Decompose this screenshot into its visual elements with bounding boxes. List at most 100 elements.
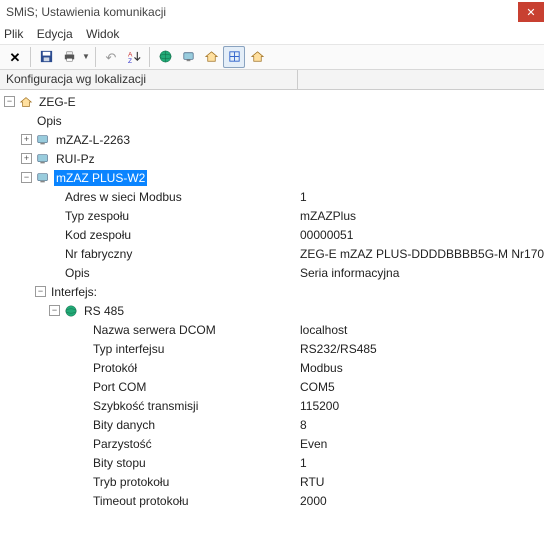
tree-label: ZEG-E: [37, 94, 78, 110]
tree-item-rs485[interactable]: − RS 485: [0, 301, 544, 320]
chevron-down-icon: ▼: [82, 53, 90, 61]
tree-item-opis[interactable]: Opis: [0, 111, 544, 130]
property-value: Modbus: [298, 361, 544, 375]
property-value: 1: [298, 190, 544, 204]
property-label: Adres w sieci Modbus: [63, 189, 184, 205]
globe-button[interactable]: [154, 46, 176, 68]
menu-file[interactable]: Plik: [4, 27, 23, 41]
menu-edit[interactable]: Edycja: [37, 27, 73, 41]
tree-item-mzaz-l[interactable]: + mZAZ-L-2263: [0, 130, 544, 149]
home-icon: [18, 94, 34, 110]
expand-icon[interactable]: +: [21, 134, 32, 145]
collapse-icon[interactable]: −: [4, 96, 15, 107]
globe-icon: [158, 49, 173, 66]
property-row[interactable]: Parzystość Even: [0, 434, 544, 453]
tree-item-rui[interactable]: + RUI-Pz: [0, 149, 544, 168]
save-button[interactable]: [35, 46, 57, 68]
close-icon: ✕: [526, 6, 535, 19]
property-label: Kod zespołu: [63, 227, 133, 243]
home-button[interactable]: [200, 46, 222, 68]
separator: [95, 47, 96, 67]
tree-item-interface[interactable]: − Interfejs:: [0, 282, 544, 301]
expand-icon[interactable]: +: [21, 153, 32, 164]
network-icon: [63, 303, 79, 319]
property-row[interactable]: Nr fabrycznyZEG-E mZAZ PLUS-DDDDBBBB5G-M…: [0, 244, 544, 263]
tree-label: RUI-Pz: [54, 151, 97, 167]
property-row[interactable]: Typ zespołu mZAZPlus: [0, 206, 544, 225]
undo-icon: ↶: [106, 51, 117, 64]
toolbar: ✕ ▼ ↶ AZ: [0, 44, 544, 70]
property-row[interactable]: Opis Seria informacyjna: [0, 263, 544, 282]
device-icon: [181, 49, 196, 66]
print-dropdown[interactable]: ▼: [81, 46, 91, 68]
property-row[interactable]: Adres w sieci Modbus 1: [0, 187, 544, 206]
property-value: 00000051: [298, 228, 544, 242]
tree-label: Opis: [35, 113, 64, 129]
property-value: RS232/RS485: [298, 342, 544, 356]
print-icon: [62, 49, 77, 66]
tree-view: − ZEG-E Opis + mZAZ-L-2263 + RUI-Pz − mZ…: [0, 90, 544, 512]
property-value: localhost: [298, 323, 544, 337]
property-row[interactable]: Bity stopu1: [0, 453, 544, 472]
property-row[interactable]: Timeout protokołu 2000: [0, 491, 544, 510]
tree-label: Interfejs:: [49, 284, 99, 300]
separator: [149, 47, 150, 67]
tree-label: RS 485: [82, 303, 126, 319]
grid-icon: [227, 49, 242, 66]
menu-bar: Plik Edycja Widok: [0, 24, 544, 44]
property-value: 8: [298, 418, 544, 432]
property-label: Typ zespołu: [63, 208, 131, 224]
property-label: Timeout protokołu: [91, 493, 191, 509]
collapse-icon[interactable]: −: [35, 286, 46, 297]
property-value: RTU: [298, 475, 544, 489]
property-value: Even: [298, 437, 544, 451]
property-label: Opis: [63, 265, 92, 281]
tree-label: mZAZ-L-2263: [54, 132, 132, 148]
property-value: 115200: [298, 399, 544, 413]
property-value: 2000: [298, 494, 544, 508]
property-row[interactable]: Tryb protokołuRTU: [0, 472, 544, 491]
svg-text:Z: Z: [127, 58, 131, 64]
home2-icon: [250, 49, 265, 66]
print-button[interactable]: [58, 46, 80, 68]
tree-root[interactable]: − ZEG-E: [0, 92, 544, 111]
x-icon: ✕: [10, 51, 21, 64]
tree-label: mZAZ PLUS-W2: [54, 170, 147, 186]
save-icon: [39, 49, 54, 66]
header-col2[interactable]: [298, 70, 544, 89]
property-label: Protokół: [91, 360, 139, 376]
device-button[interactable]: [177, 46, 199, 68]
property-row[interactable]: Protokół Modbus: [0, 358, 544, 377]
header-col1[interactable]: Konfiguracja wg lokalizacji: [0, 70, 298, 89]
property-value: ZEG-E mZAZ PLUS-DDDDBBBB5G-M Nr170002: [298, 247, 544, 261]
window-title: SMiS; Ustawienia komunikacji: [6, 5, 166, 19]
property-label: Typ interfejsu: [91, 341, 166, 357]
sort-icon: AZ: [127, 49, 142, 66]
menu-view[interactable]: Widok: [86, 27, 119, 41]
property-row[interactable]: Port COMCOM5: [0, 377, 544, 396]
tree-item-selected[interactable]: − mZAZ PLUS-W2: [0, 168, 544, 187]
separator: [30, 47, 31, 67]
home2-button[interactable]: [246, 46, 268, 68]
property-label: Bity danych: [91, 417, 157, 433]
close-button[interactable]: ✕: [518, 2, 544, 22]
collapse-icon[interactable]: −: [21, 172, 32, 183]
property-row[interactable]: Typ interfejsu RS232/RS485: [0, 339, 544, 358]
sort-button[interactable]: AZ: [123, 46, 145, 68]
device-icon: [35, 170, 51, 186]
undo-button[interactable]: ↶: [100, 46, 122, 68]
property-row[interactable]: Kod zespołu 00000051: [0, 225, 544, 244]
property-value: 1: [298, 456, 544, 470]
property-value: mZAZPlus: [298, 209, 544, 223]
property-value: Seria informacyjna: [298, 266, 544, 280]
delete-button[interactable]: ✕: [4, 46, 26, 68]
collapse-icon[interactable]: −: [49, 305, 60, 316]
grid-button[interactable]: [223, 46, 245, 68]
device-icon: [35, 151, 51, 167]
property-row[interactable]: Szybkość transmisji 115200: [0, 396, 544, 415]
property-row[interactable]: Nazwa serwera DCOMlocalhost: [0, 320, 544, 339]
property-row[interactable]: Bity danych 8: [0, 415, 544, 434]
property-label: Parzystość: [91, 436, 154, 452]
property-label: Szybkość transmisji: [91, 398, 200, 414]
property-value: COM5: [298, 380, 544, 394]
